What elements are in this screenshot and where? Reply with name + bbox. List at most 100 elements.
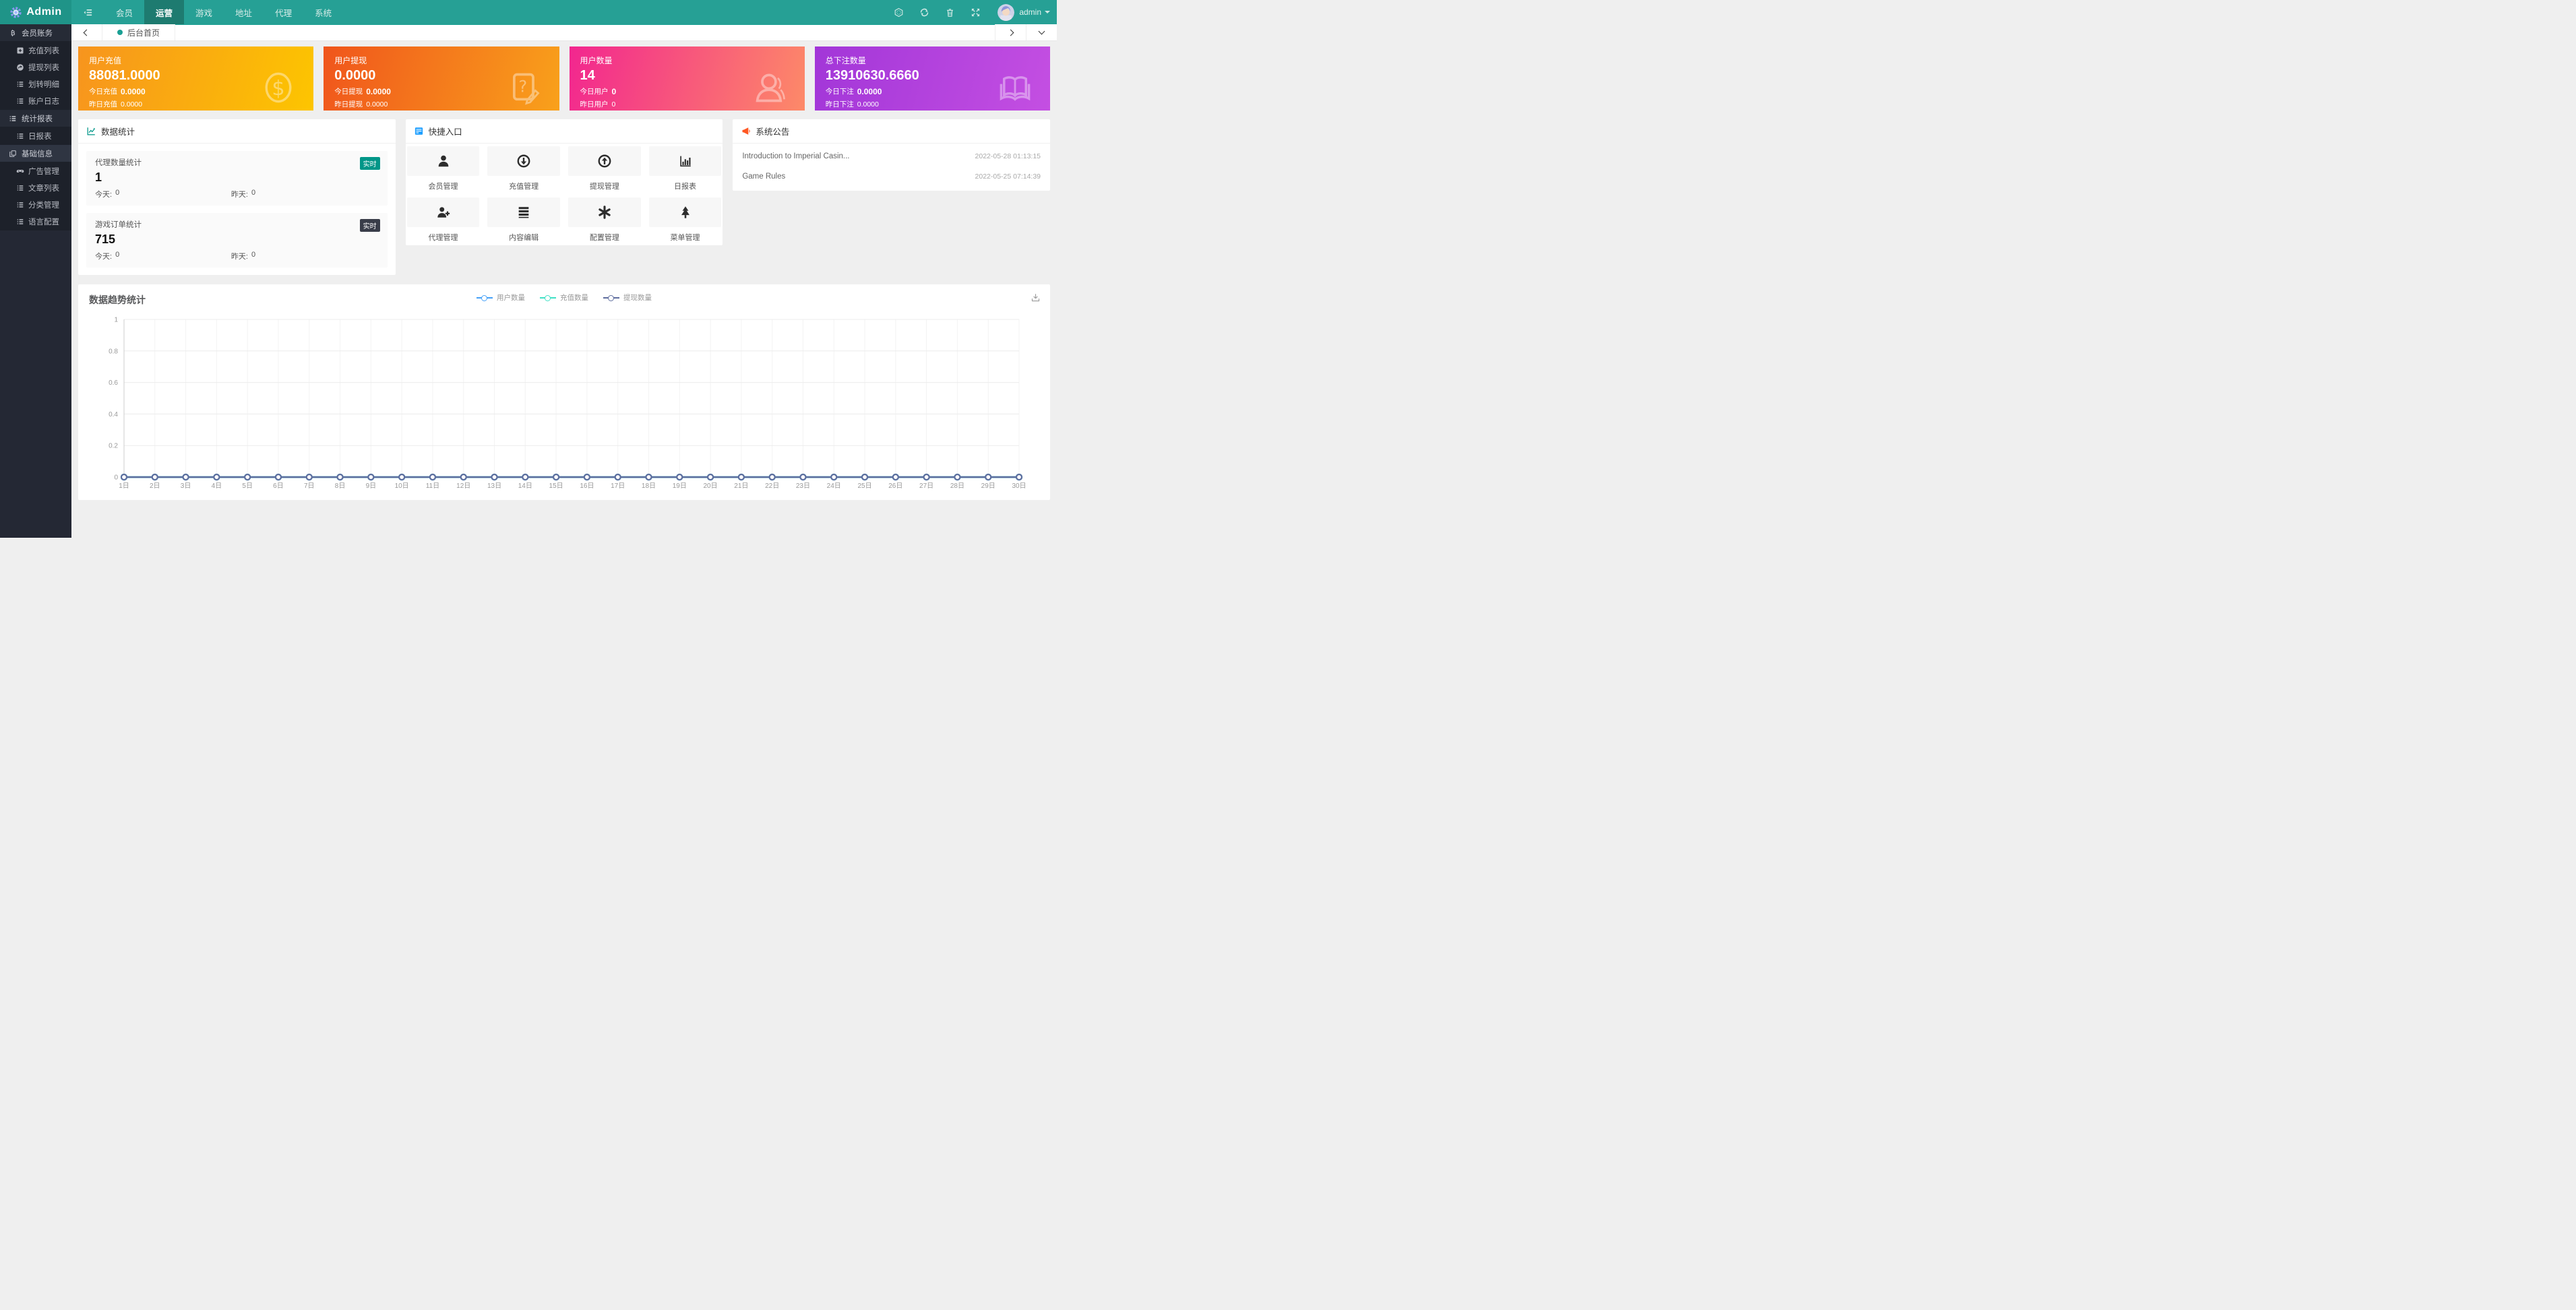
tab-spacer <box>175 25 995 40</box>
report-icon <box>678 154 693 168</box>
ad-icon <box>16 167 24 175</box>
main-content: 用户充值 88081.0000 今日充值0.0000 昨日充值0.0000 用户… <box>71 41 1057 538</box>
sidebar-item-category-management[interactable]: 分类管理 <box>0 196 71 213</box>
quick-entry-recharge[interactable]: 充值管理 <box>487 146 560 191</box>
clear-cache-button[interactable] <box>937 0 962 24</box>
sidebar-item-withdraw-list[interactable]: 提现列表 <box>0 59 71 75</box>
sidebar-item-recharge-list[interactable]: 充值列表 <box>0 42 71 59</box>
svg-text:20日: 20日 <box>704 482 718 490</box>
svg-text:11日: 11日 <box>426 482 439 490</box>
announcement-panel: 系统公告 Introduction to Imperial Casin... 2… <box>733 119 1050 191</box>
copy-icon <box>9 150 17 158</box>
chart-download-button[interactable] <box>1031 292 1041 306</box>
app-logo[interactable]: Admin <box>0 0 71 24</box>
menu-collapse-button[interactable] <box>71 0 104 24</box>
sidebar-item-daily-report[interactable]: 日报表 <box>0 127 71 144</box>
svg-text:9日: 9日 <box>366 482 377 490</box>
book-icon <box>998 70 1033 105</box>
site-button[interactable] <box>886 0 911 24</box>
refresh-button[interactable] <box>911 0 937 24</box>
sidebar-item-ad-management[interactable]: 广告管理 <box>0 162 71 179</box>
nav-item-system[interactable]: 系统 <box>303 0 343 24</box>
config-icon <box>597 205 612 220</box>
nav-item-game[interactable]: 游戏 <box>184 0 224 24</box>
blue-grid-icon <box>414 126 424 136</box>
svg-text:18日: 18日 <box>642 482 656 490</box>
sidebar-item-language-config[interactable]: 语言配置 <box>0 213 71 230</box>
legend-marker <box>540 295 556 300</box>
svg-text:7日: 7日 <box>304 482 315 490</box>
tab-home[interactable]: 后台首页 <box>102 24 175 40</box>
svg-text:21日: 21日 <box>734 482 748 490</box>
svg-text:29日: 29日 <box>981 482 995 490</box>
svg-text:26日: 26日 <box>888 482 902 490</box>
nav-item-address[interactable]: 地址 <box>224 0 264 24</box>
svg-text:15日: 15日 <box>549 482 563 490</box>
legend-user-count[interactable]: 用户数量 <box>477 292 525 303</box>
quick-entry-menu[interactable]: 菜单管理 <box>649 197 722 243</box>
legend-marker <box>477 295 493 300</box>
chevron-left-icon <box>84 29 90 36</box>
tab-menu-button[interactable] <box>1026 24 1057 40</box>
svg-text:17日: 17日 <box>611 482 625 490</box>
quick-entry-daily-report[interactable]: 日报表 <box>649 146 722 191</box>
sidebar-group-basic-info[interactable]: 基础信息 <box>0 145 71 162</box>
quick-entry-withdraw[interactable]: 提现管理 <box>568 146 641 191</box>
megaphone-icon <box>741 126 751 136</box>
chevron-down-icon <box>1045 11 1050 13</box>
svg-text:1日: 1日 <box>119 482 129 490</box>
sidebar-subgroup: 广告管理 文章列表 分类管理 语言配置 <box>0 162 71 230</box>
legend-withdraw-count[interactable]: 提现数量 <box>603 292 652 303</box>
legend-marker <box>603 295 619 300</box>
menu-tree-icon <box>678 205 693 220</box>
svg-text:28日: 28日 <box>950 482 964 490</box>
chevron-down-icon <box>1039 28 1045 35</box>
panel-row: 数据统计 代理数量统计 实时 1 今天:0 昨天:0 游戏订单统计 实时 715 <box>78 119 1050 275</box>
svg-text:23日: 23日 <box>796 482 810 490</box>
announcement-item[interactable]: Game Rules 2022-05-25 07:14:39 <box>741 166 1042 187</box>
announcement-item[interactable]: Introduction to Imperial Casin... 2022-0… <box>741 146 1042 166</box>
active-tab-dot <box>117 30 123 35</box>
navbar-actions: admin <box>886 0 1057 24</box>
quick-entry-content[interactable]: 内容编辑 <box>487 197 560 243</box>
svg-text:0.8: 0.8 <box>109 348 118 355</box>
svg-text:8日: 8日 <box>335 482 346 490</box>
svg-text:12日: 12日 <box>456 482 470 490</box>
tab-scroll-right-button[interactable] <box>995 24 1026 40</box>
nav-item-member[interactable]: 会员 <box>104 0 144 24</box>
sidebar-group-member-accounting[interactable]: 会员账务 <box>0 24 71 41</box>
sidebar-subgroup: 充值列表 提现列表 划转明细 账户日志 <box>0 41 71 110</box>
quick-entry-agent[interactable]: 代理管理 <box>407 197 480 243</box>
list-icon <box>16 80 24 88</box>
svg-text:0.4: 0.4 <box>109 411 118 418</box>
svg-text:25日: 25日 <box>857 482 871 490</box>
svg-text:0.2: 0.2 <box>109 443 118 450</box>
quick-entry-member[interactable]: 会员管理 <box>407 146 480 191</box>
sidebar-group-statistics[interactable]: 统计报表 <box>0 110 71 127</box>
user-avatar[interactable] <box>998 4 1014 21</box>
sidebar-item-account-log[interactable]: 账户日志 <box>0 92 71 109</box>
tab-scroll-left-button[interactable] <box>71 24 102 40</box>
sidebar-item-article-list[interactable]: 文章列表 <box>0 179 71 196</box>
fullscreen-button[interactable] <box>962 0 988 24</box>
list-icon <box>16 201 24 209</box>
legend-recharge-count[interactable]: 充值数量 <box>540 292 588 303</box>
sidebar-item-transfer-detail[interactable]: 划转明细 <box>0 75 71 92</box>
nav-item-agent[interactable]: 代理 <box>264 0 303 24</box>
list-icon <box>16 132 24 140</box>
stat-card-total-bets: 总下注数量 13910630.6660 今日下注0.0000 昨日下注0.000… <box>815 46 1050 111</box>
user-menu[interactable]: admin <box>1019 7 1050 17</box>
brand-name: Admin <box>26 6 61 18</box>
panel-title: 数据统计 <box>101 125 135 137</box>
quick-entry-config[interactable]: 配置管理 <box>568 197 641 243</box>
list-icon <box>16 184 24 192</box>
avatar-image <box>998 4 1014 21</box>
svg-text:10日: 10日 <box>395 482 409 490</box>
svg-text:22日: 22日 <box>765 482 779 490</box>
agent-icon <box>436 205 451 220</box>
download-icon <box>1031 292 1041 303</box>
trash-icon <box>945 7 955 18</box>
trend-line-chart: 00.20.40.60.811日2日3日4日5日6日7日8日9日10日11日12… <box>89 313 1039 496</box>
nav-item-operation[interactable]: 运营 <box>144 0 184 24</box>
dollar-icon <box>261 70 296 105</box>
